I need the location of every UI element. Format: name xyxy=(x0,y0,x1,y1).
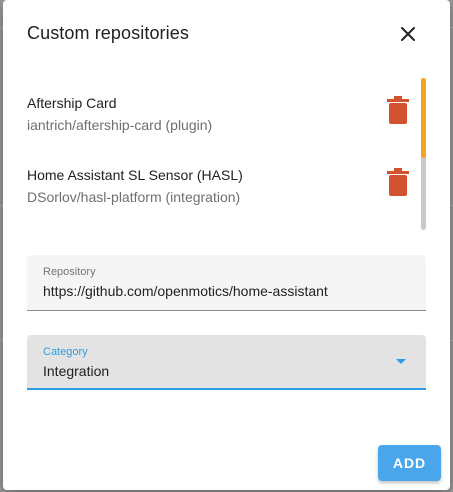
repository-input[interactable]: https://github.com/openmotics/home-assis… xyxy=(43,283,328,299)
arrow-drop-down-icon[interactable] xyxy=(396,359,406,364)
category-field-label: Category xyxy=(43,346,88,358)
repository-name: Aftership Card xyxy=(27,95,117,111)
list-item: Aftership Card iantrich/aftership-card (… xyxy=(27,95,427,145)
trash-icon xyxy=(387,96,409,124)
scrollbar-thumb[interactable] xyxy=(421,78,426,158)
repository-field-label: Repository xyxy=(43,266,96,278)
close-button[interactable] xyxy=(394,20,422,48)
repository-list-scrollbar[interactable] xyxy=(421,78,426,230)
repository-subtitle: iantrich/aftership-card (plugin) xyxy=(27,117,213,133)
delete-repository-button[interactable] xyxy=(382,91,414,129)
add-button[interactable]: ADD xyxy=(378,445,441,481)
custom-repositories-dialog: Custom repositories Aftership Card iantr… xyxy=(3,0,450,490)
close-icon xyxy=(401,27,415,41)
repository-name: Home Assistant SL Sensor (HASL) xyxy=(27,167,243,183)
repository-subtitle: DSorlov/hasl-platform (integration) xyxy=(27,189,241,205)
category-selected-value[interactable]: Integration xyxy=(43,363,109,379)
list-item: Home Assistant SL Sensor (HASL) DSorlov/… xyxy=(27,167,427,217)
delete-repository-button[interactable] xyxy=(382,163,414,201)
trash-icon xyxy=(387,168,409,196)
category-select[interactable]: Category Integration xyxy=(27,335,426,390)
repository-list: Aftership Card iantrich/aftership-card (… xyxy=(3,78,450,230)
dialog-title: Custom repositories xyxy=(27,23,189,43)
repository-field[interactable]: Repository https://github.com/openmotics… xyxy=(27,255,426,311)
